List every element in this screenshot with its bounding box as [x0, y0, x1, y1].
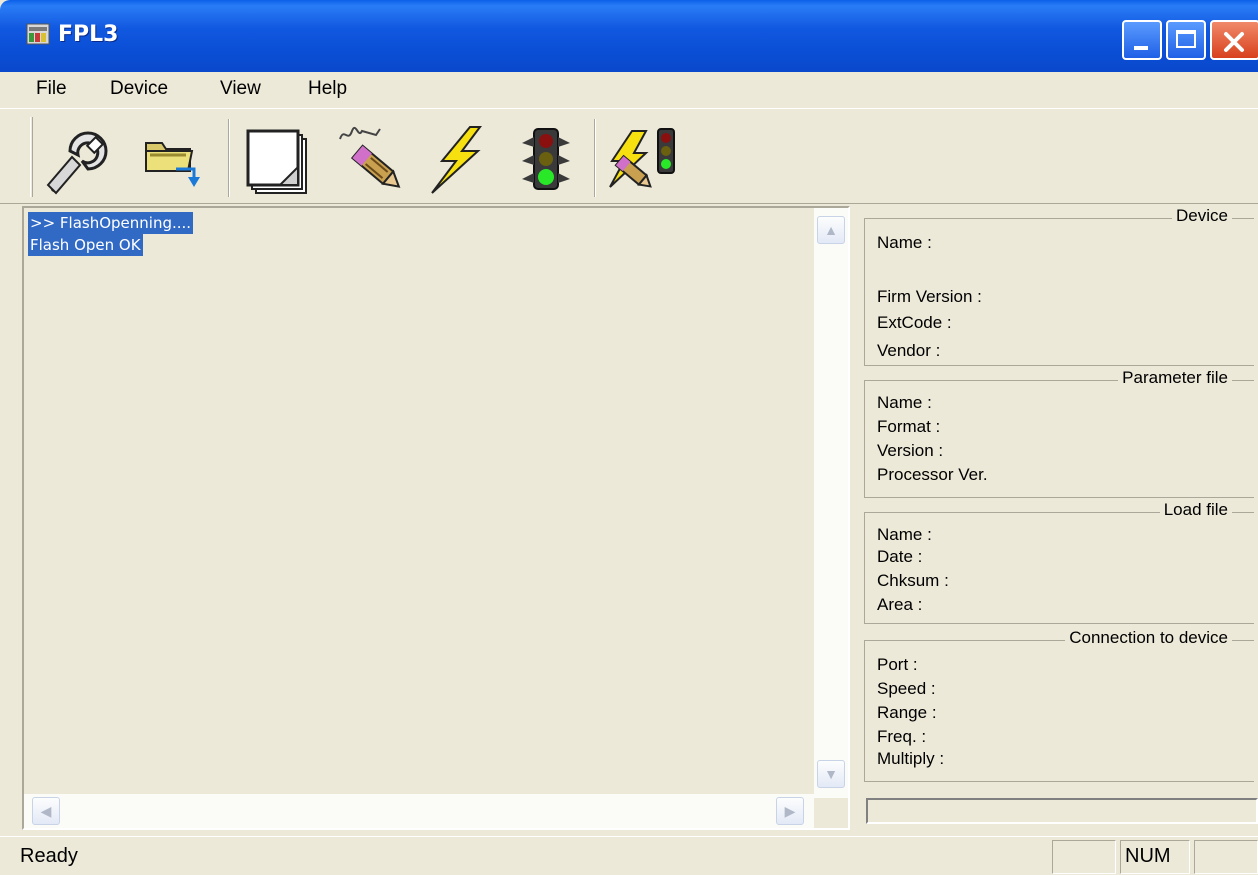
scroll-left-button[interactable]: ◀ — [32, 797, 60, 825]
load-name-label: Name : — [877, 525, 932, 544]
device-legend: Device — [1172, 206, 1232, 226]
progress-bar — [866, 798, 1258, 824]
num-lock-indicator: NUM — [1125, 845, 1171, 867]
parameter-file-legend: Parameter file — [1118, 368, 1232, 388]
device-vendor-label: Vendor : — [877, 341, 941, 360]
title-bar[interactable]: FPL3 — [0, 0, 1258, 72]
maximize-button[interactable] — [1166, 20, 1206, 60]
parameter-file-group: Parameter file Name : Format : Version :… — [864, 368, 1254, 498]
settings-wrench-icon — [46, 131, 108, 195]
status-text: Ready — [20, 845, 78, 867]
status-pane-caps — [1052, 840, 1116, 874]
horizontal-scrollbar[interactable]: ◀ ▶ — [24, 794, 814, 828]
log-line: Flash Open OK — [28, 234, 143, 256]
lightning-icon — [431, 126, 482, 194]
menu-view[interactable]: View — [220, 78, 261, 100]
menu-file[interactable]: File — [36, 78, 67, 100]
window-title: FPL3 — [58, 22, 119, 47]
traffic-light-icon — [522, 128, 570, 190]
flash-pencil-icon — [339, 126, 401, 188]
log-line: >> FlashOpenning.... — [28, 212, 194, 234]
new-button[interactable] — [238, 121, 318, 197]
chevron-up-icon: ▲ — [824, 222, 838, 238]
chevron-down-icon: ▼ — [824, 766, 838, 782]
minimize-button[interactable] — [1122, 20, 1162, 60]
chevron-left-icon: ◀ — [40, 803, 52, 819]
status-bar: Ready NUM — [0, 836, 1258, 875]
connection-legend: Connection to device — [1065, 628, 1232, 648]
scroll-down-button[interactable]: ▼ — [817, 760, 845, 788]
device-extcode-label: ExtCode : — [877, 313, 952, 332]
parameter-version-label: Version : — [877, 441, 944, 460]
connection-freq-label: Freq. : — [877, 727, 927, 746]
parameter-format-label: Format : — [877, 417, 941, 436]
connection-multiply-label: Multiply : — [877, 749, 945, 768]
app-icon — [26, 23, 50, 45]
lightning-traffic-light-icon — [609, 128, 675, 188]
device-group: Device Name : Firm Version : ExtCode : V… — [864, 206, 1254, 366]
scroll-up-button[interactable]: ▲ — [817, 216, 845, 244]
toolbar-separator — [594, 119, 596, 197]
close-button[interactable] — [1210, 20, 1258, 60]
toolbar-gripper[interactable] — [30, 117, 33, 197]
connection-speed-label: Speed : — [877, 679, 936, 698]
scroll-right-button[interactable]: ▶ — [776, 797, 804, 825]
device-name-label: Name : — [877, 233, 932, 252]
parameter-processor-label: Processor Ver. — [877, 465, 988, 484]
parameter-name-label: Name : — [877, 393, 932, 412]
toolbar — [0, 108, 1258, 204]
connection-range-label: Range : — [877, 703, 937, 722]
minimize-icon — [1134, 46, 1148, 50]
menu-bar: File Device View Help — [0, 72, 1258, 106]
chevron-right-icon: ▶ — [784, 803, 796, 819]
load-file-group: Load file Name : Date : Chksum : Area : — [864, 500, 1254, 624]
new-document-icon — [246, 129, 307, 194]
open-folder-icon — [145, 142, 200, 187]
connection-port-label: Port : — [877, 655, 918, 674]
status-pane-num: NUM — [1120, 840, 1190, 874]
lightning-button[interactable] — [418, 121, 498, 197]
maximize-icon — [1176, 30, 1196, 48]
load-chksum-label: Chksum : — [877, 571, 949, 590]
menu-help[interactable]: Help — [308, 78, 347, 100]
status-pane-scroll — [1194, 840, 1258, 874]
auto-program-button[interactable] — [602, 121, 682, 197]
menu-device[interactable]: Device — [110, 78, 168, 100]
load-area-label: Area : — [877, 595, 923, 614]
close-icon — [1224, 32, 1244, 52]
write-flash-button[interactable] — [330, 121, 410, 197]
vertical-scrollbar[interactable]: ▲ ▼ — [814, 208, 848, 798]
log-text[interactable]: >> FlashOpenning.... Flash Open OK — [28, 212, 194, 256]
traffic-light-button[interactable] — [506, 121, 586, 197]
load-file-legend: Load file — [1159, 500, 1232, 520]
open-button[interactable] — [132, 121, 212, 197]
settings-button[interactable] — [38, 121, 118, 197]
log-output[interactable]: >> FlashOpenning.... Flash Open OK ▲ ▼ ◀… — [22, 206, 850, 830]
toolbar-separator — [228, 119, 230, 197]
device-firm-version-label: Firm Version : — [877, 287, 982, 306]
connection-group: Connection to device Port : Speed : Rang… — [864, 628, 1254, 782]
load-date-label: Date : — [877, 547, 923, 566]
